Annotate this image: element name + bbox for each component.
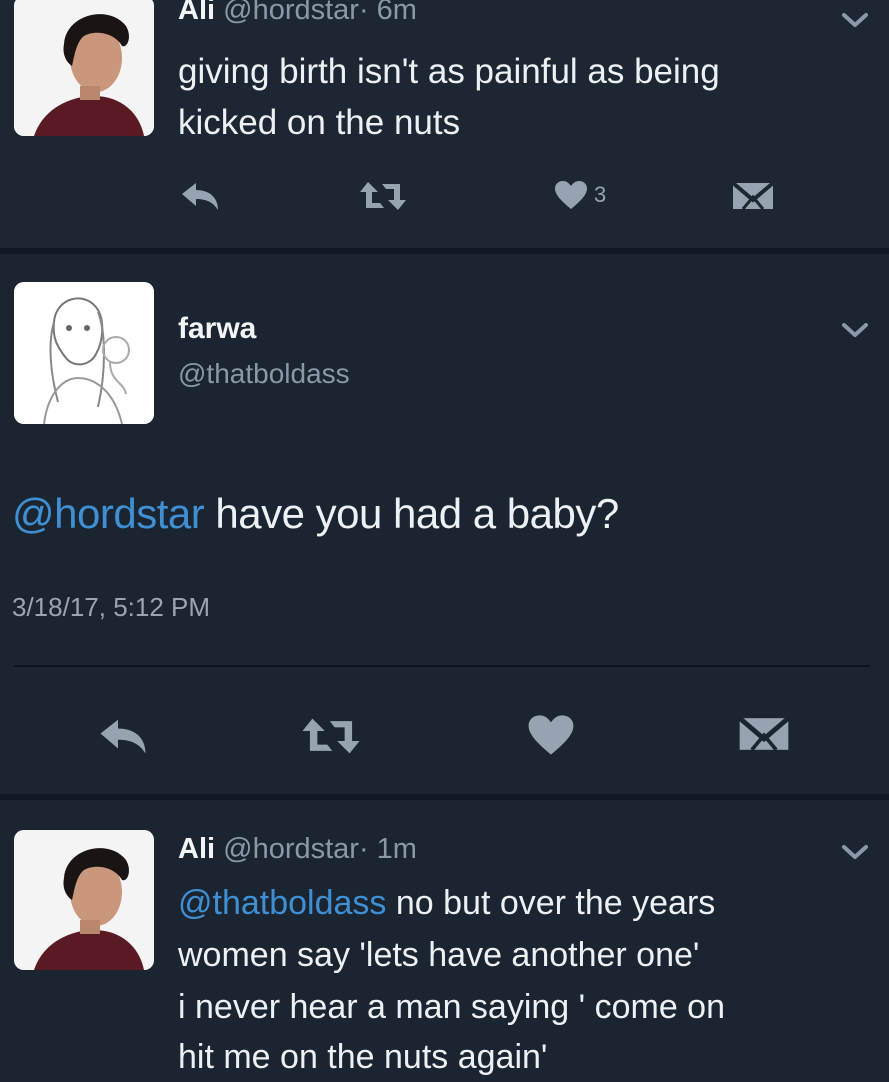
- direct-message-button[interactable]: [730, 180, 776, 212]
- reply-icon: [98, 716, 148, 756]
- chevron-down-icon[interactable]: [840, 320, 870, 340]
- tweet1-header: Ali @hordstar· 6m: [178, 0, 417, 27]
- tweet3-text-line1: @thatboldass no but over the years: [178, 884, 715, 923]
- retweet-button[interactable]: [358, 180, 408, 212]
- retweet-icon: [300, 716, 362, 756]
- tweet-body: have you had a baby?: [204, 490, 619, 537]
- separator-line: [14, 665, 870, 667]
- tweet-divider: [0, 248, 889, 254]
- direct-message-button[interactable]: [736, 714, 792, 754]
- mention-link[interactable]: @thatboldass: [178, 884, 386, 922]
- author-handle[interactable]: @thatboldass: [178, 358, 350, 390]
- tweet2-text: @hordstar have you had a baby?: [12, 490, 619, 538]
- like-count: 3: [594, 182, 607, 207]
- reply-icon: [180, 180, 220, 212]
- chevron-down-icon[interactable]: [840, 10, 870, 30]
- author-handle[interactable]: @hordstar: [223, 0, 359, 26]
- tweet3-header: Ali @hordstar· 1m: [178, 833, 417, 866]
- tweet1-text-line1: giving birth isn't as painful as being: [178, 52, 720, 91]
- like-button[interactable]: 3: [554, 180, 606, 210]
- avatar-ali[interactable]: [14, 0, 154, 136]
- tweet-time: · 6m: [358, 0, 417, 26]
- avatar-farwa[interactable]: [14, 282, 154, 424]
- tweet3-text-line3: i never hear a man saying ' come on: [178, 988, 726, 1026]
- tweet-time: · 1m: [358, 833, 417, 865]
- reply-button[interactable]: [98, 716, 148, 756]
- tweet3-text-line4: hit me on the nuts again': [178, 1038, 548, 1076]
- mention-link[interactable]: @hordstar: [12, 490, 205, 537]
- author-name[interactable]: farwa: [178, 312, 256, 346]
- chevron-down-icon[interactable]: [840, 842, 870, 862]
- tweet-divider: [0, 794, 889, 800]
- retweet-button[interactable]: [300, 716, 362, 756]
- avatar-ali[interactable]: [14, 830, 154, 970]
- heart-icon: [527, 714, 575, 756]
- like-button[interactable]: [527, 714, 575, 756]
- direct-message-icon: [730, 180, 776, 212]
- retweet-icon: [358, 180, 408, 212]
- tweet3-text-line2: women say 'lets have another one': [178, 936, 700, 974]
- heart-icon: [554, 180, 588, 210]
- tweet1-text-line2: kicked on the nuts: [178, 103, 461, 142]
- direct-message-icon: [736, 714, 792, 754]
- tweet-body: no but over the years: [386, 884, 716, 922]
- author-name[interactable]: Ali: [178, 833, 215, 865]
- author-name[interactable]: Ali: [178, 0, 215, 26]
- tweet-timestamp: 3/18/17, 5:12 PM: [12, 592, 211, 622]
- reply-button[interactable]: [180, 180, 220, 212]
- author-handle[interactable]: @hordstar: [223, 833, 359, 865]
